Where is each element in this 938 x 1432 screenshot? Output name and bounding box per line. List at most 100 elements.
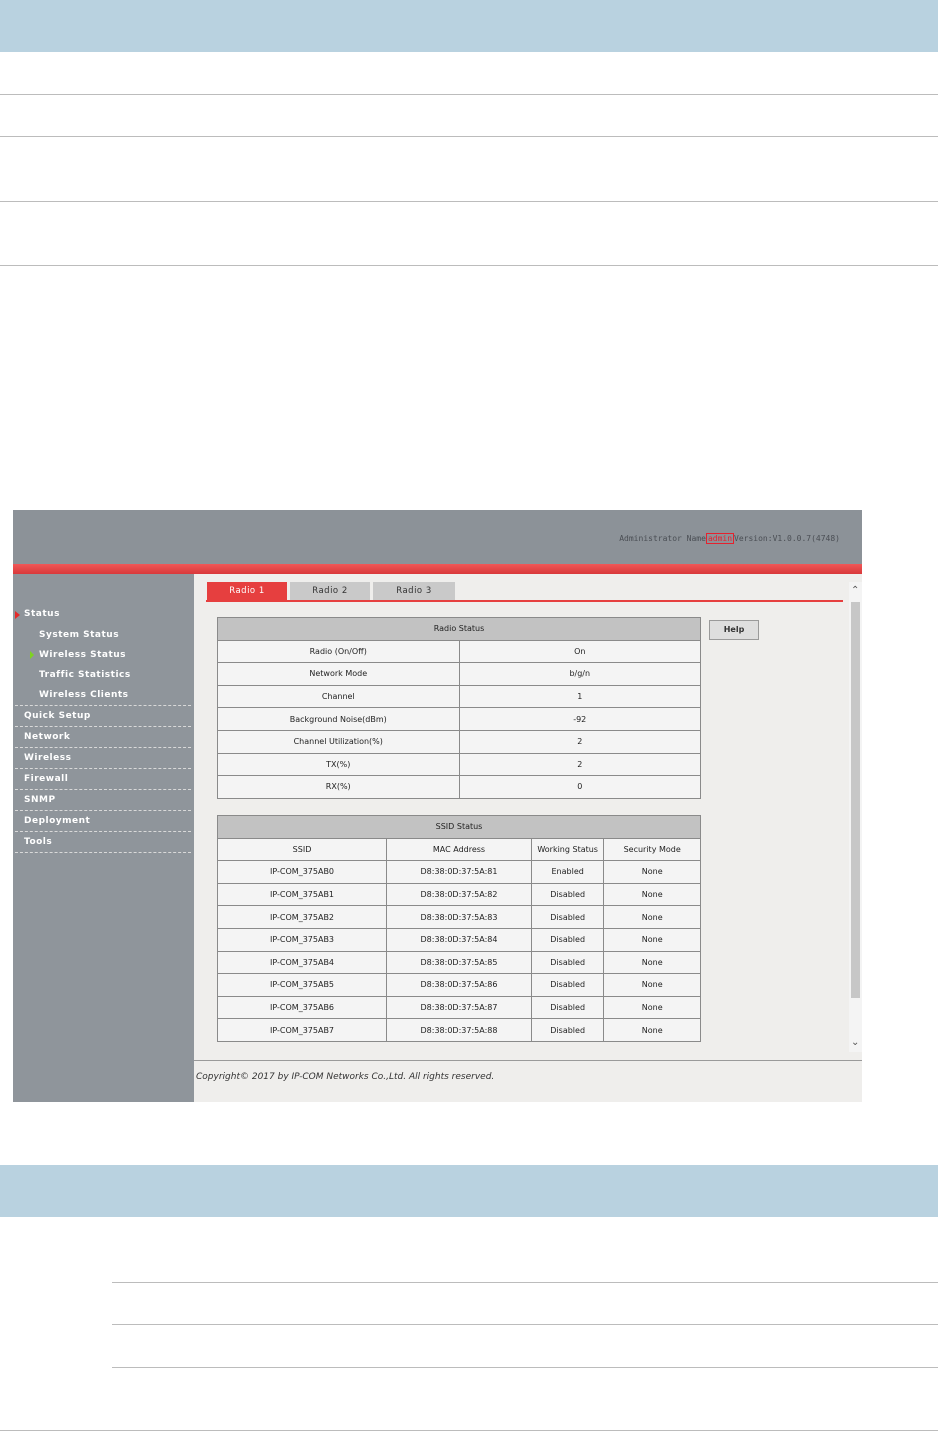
table-rule	[0, 1430, 938, 1431]
expand-arrow-icon	[15, 611, 20, 619]
table-cell: Disabled	[530, 1018, 605, 1042]
table-cell: D8:38:0D:37:5A:85	[386, 950, 532, 975]
tab-radio-3[interactable]: Radio 3	[373, 582, 455, 600]
table-row: Channel Utilization(%) 2	[217, 729, 701, 754]
column-header: SSID	[216, 837, 388, 862]
admin-info: Administrator Name admin Version:V1.0.0.7(…	[619, 533, 840, 544]
sidebar: Status System Status Wireless Status Tra…	[13, 574, 194, 1102]
admin-label: Administrator Name	[619, 534, 706, 543]
table-cell: Disabled	[530, 882, 605, 907]
column-header: MAC Address	[386, 837, 532, 862]
ssid-status-caption: SSID Status	[217, 815, 701, 839]
table-rule	[0, 94, 938, 95]
tab-underline	[206, 600, 843, 602]
table-cell: None	[603, 882, 701, 907]
column-header: Working Status	[530, 837, 605, 862]
tab-radio-2[interactable]: Radio 2	[290, 582, 370, 600]
table-row: Channel 1	[217, 684, 701, 709]
divider	[15, 810, 191, 811]
table-cell: None	[603, 995, 701, 1020]
ssid-status-table: SSID Status SSID MAC Address Working Sta…	[216, 815, 701, 1042]
admin-user[interactable]: admin	[705, 533, 735, 544]
help-button[interactable]: Help	[709, 620, 759, 640]
table-cell: On	[458, 639, 701, 664]
table-row: IP-COM_375AB4 D8:38:0D:37:5A:85 Disabled No…	[216, 950, 701, 975]
table-row: IP-COM_375AB1 D8:38:0D:37:5A:82 Disabled No…	[216, 882, 701, 907]
table-cell: RX(%)	[217, 775, 460, 799]
table-cell: D8:38:0D:37:5A:86	[386, 973, 532, 997]
sidebar-item-traffic-statistics[interactable]: Traffic Statistics	[39, 670, 131, 680]
table-cell: IP-COM_375AB7	[216, 1018, 388, 1042]
table-rule	[0, 265, 938, 266]
table-cell: None	[603, 905, 701, 929]
table-cell: 1	[458, 684, 701, 709]
table-cell: Disabled	[530, 905, 605, 929]
table-cell: D8:38:0D:37:5A:87	[386, 995, 532, 1020]
radio-status-caption: Radio Status	[217, 617, 701, 641]
sidebar-item-wireless-status[interactable]: Wireless Status	[39, 650, 126, 660]
table-cell: Network Mode	[217, 662, 460, 686]
table-rule	[112, 1282, 938, 1283]
table-rule	[112, 1324, 938, 1325]
table-cell: D8:38:0D:37:5A:82	[386, 882, 532, 907]
table-row: IP-COM_375AB6 D8:38:0D:37:5A:87 Disabled No…	[216, 995, 701, 1020]
table-cell: None	[603, 860, 701, 884]
table-cell: None	[603, 973, 701, 997]
top-header-bar: Administrator Name admin Version:V1.0.0.7(…	[13, 510, 862, 564]
table-cell: D8:38:0D:37:5A:84	[386, 927, 532, 952]
sidebar-item-wireless-clients[interactable]: Wireless Clients	[39, 690, 129, 700]
sidebar-item-status[interactable]: Status	[24, 609, 60, 619]
table-cell: Disabled	[530, 927, 605, 952]
table-row: IP-COM_375AB3 D8:38:0D:37:5A:84 Disabled No…	[216, 927, 701, 952]
table-cell: TX(%)	[217, 752, 460, 777]
table-cell: D8:38:0D:37:5A:88	[386, 1018, 532, 1042]
table-cell: b/g/n	[458, 662, 701, 686]
table-cell: D8:38:0D:37:5A:81	[386, 860, 532, 884]
table-cell: IP-COM_375AB5	[216, 973, 388, 997]
table-row: Radio (On/Off) On	[217, 639, 701, 664]
table-cell: IP-COM_375AB1	[216, 882, 388, 907]
table-row: IP-COM_375AB0 D8:38:0D:37:5A:81 Enabled Non…	[216, 860, 701, 884]
router-ui-screenshot: Administrator Name admin Version:V1.0.0.7(…	[13, 510, 862, 1102]
table-cell: Disabled	[530, 995, 605, 1020]
divider	[15, 747, 191, 748]
table-cell: Disabled	[530, 950, 605, 975]
table-cell: Enabled	[530, 860, 605, 884]
copyright-text: Copyright© 2017 by IP-COM Networks Co.,L…	[196, 1072, 495, 1082]
sidebar-item-firewall[interactable]: Firewall	[24, 774, 68, 784]
footer-divider	[194, 1060, 862, 1061]
divider	[15, 852, 191, 853]
sidebar-item-system-status[interactable]: System Status	[39, 630, 119, 640]
table-row: Network Mode b/g/n	[217, 662, 701, 686]
table-header-row: SSID MAC Address Working Status Security…	[216, 837, 701, 862]
divider	[15, 831, 191, 832]
table-cell: None	[603, 950, 701, 975]
sidebar-item-deployment[interactable]: Deployment	[24, 816, 90, 826]
table-row: IP-COM_375AB7 D8:38:0D:37:5A:88 Disabled No…	[216, 1018, 701, 1042]
chevron-down-icon[interactable]: ⌄	[851, 1038, 859, 1048]
table-rule	[0, 136, 938, 137]
table-cell: Radio (On/Off)	[217, 639, 460, 664]
sidebar-item-snmp[interactable]: SNMP	[24, 795, 56, 805]
table-row: Background Noise(dBm) -92	[217, 707, 701, 731]
table-row: TX(%) 2	[217, 752, 701, 777]
table-cell: 0	[458, 775, 701, 799]
table-rule	[112, 1367, 938, 1368]
sidebar-item-quick-setup[interactable]: Quick Setup	[24, 711, 91, 721]
column-header: Security Mode	[603, 837, 701, 862]
tab-radio-1[interactable]: Radio 1	[207, 582, 287, 600]
table-cell: 2	[458, 752, 701, 777]
bottom-table-header-band	[0, 1165, 938, 1217]
chevron-up-icon[interactable]: ⌃	[851, 586, 859, 596]
divider	[15, 705, 191, 706]
vertical-scrollbar[interactable]: ⌃ ⌄	[849, 582, 862, 1052]
table-cell: None	[603, 1018, 701, 1042]
selected-arrow-icon	[30, 651, 34, 659]
table-row: IP-COM_375AB5 D8:38:0D:37:5A:86 Disabled No…	[216, 973, 701, 997]
sidebar-item-network[interactable]: Network	[24, 732, 70, 742]
table-cell: 2	[458, 729, 701, 754]
sidebar-item-wireless[interactable]: Wireless	[24, 753, 71, 763]
table-cell: IP-COM_375AB4	[216, 950, 388, 975]
sidebar-item-tools[interactable]: Tools	[24, 837, 52, 847]
scrollbar-thumb[interactable]	[851, 602, 860, 998]
